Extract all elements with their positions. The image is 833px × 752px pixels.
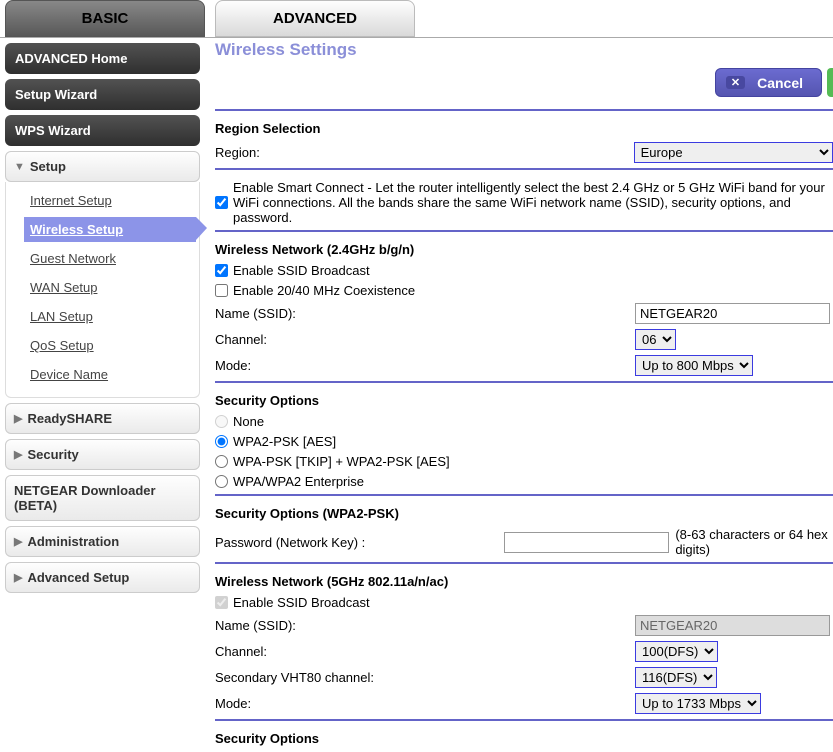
mode-5-label: Mode: bbox=[215, 696, 635, 711]
pwd24-hint: (8-63 characters or 64 hex digits) bbox=[675, 527, 833, 557]
channel-5-select[interactable]: 100(DFS) bbox=[635, 641, 718, 662]
sec24-enterprise-radio[interactable] bbox=[215, 475, 228, 488]
divider bbox=[215, 230, 833, 232]
sec24-none-radio[interactable] bbox=[215, 415, 228, 428]
mode-5-select[interactable]: Up to 1733 Mbps bbox=[635, 693, 761, 714]
close-icon: ✕ bbox=[726, 76, 745, 89]
apply-button-edge[interactable] bbox=[827, 68, 833, 97]
chevron-right-icon: ▶ bbox=[14, 571, 22, 584]
smart-connect-label: Enable Smart Connect - Let the router in… bbox=[233, 180, 833, 225]
channel-24-select[interactable]: 06 bbox=[635, 329, 676, 350]
sidebar-setup[interactable]: ▼ Setup bbox=[5, 151, 200, 182]
ssid-24-input[interactable] bbox=[635, 303, 830, 324]
divider bbox=[215, 719, 833, 721]
divider bbox=[215, 562, 833, 564]
band24-title: Wireless Network (2.4GHz b/g/n) bbox=[215, 242, 833, 257]
sidebar-setup-children: Internet Setup Wireless Setup Guest Netw… bbox=[5, 182, 200, 398]
sidebar-readyshare[interactable]: ▶ ReadySHARE bbox=[5, 403, 200, 434]
divider bbox=[215, 494, 833, 496]
nav-tabs: BASIC ADVANCED bbox=[5, 0, 833, 37]
sec24-wpa2-radio[interactable] bbox=[215, 435, 228, 448]
sidebar-security[interactable]: ▶ Security bbox=[5, 439, 200, 470]
sidebar-setup-wizard[interactable]: Setup Wizard bbox=[5, 79, 200, 110]
mode-24-label: Mode: bbox=[215, 358, 635, 373]
ssid-24-label: Name (SSID): bbox=[215, 306, 635, 321]
channel-5-label: Channel: bbox=[215, 644, 635, 659]
ssid-broadcast-5-checkbox[interactable] bbox=[215, 596, 228, 609]
security-5-title: Security Options bbox=[215, 731, 833, 746]
channel-24-label: Channel: bbox=[215, 332, 635, 347]
pwd24-title: Security Options (WPA2-PSK) bbox=[215, 506, 833, 521]
sidebar-downloader[interactable]: NETGEAR Downloader (BETA) bbox=[5, 475, 200, 521]
divider bbox=[215, 109, 833, 111]
chevron-right-icon: ▶ bbox=[14, 535, 22, 548]
vht-5-label: Secondary VHT80 channel: bbox=[215, 670, 635, 685]
tab-basic[interactable]: BASIC bbox=[5, 0, 205, 37]
sidebar-item-internet-setup[interactable]: Internet Setup bbox=[24, 188, 196, 213]
chevron-right-icon: ▶ bbox=[14, 412, 22, 425]
divider bbox=[215, 381, 833, 383]
sidebar-item-wireless-setup[interactable]: Wireless Setup bbox=[24, 217, 196, 242]
region-title: Region Selection bbox=[215, 121, 833, 136]
vht-5-select[interactable]: 116(DFS) bbox=[635, 667, 717, 688]
ssid-5-input bbox=[635, 615, 830, 636]
security-24-title: Security Options bbox=[215, 393, 833, 408]
sidebar-item-wan-setup[interactable]: WAN Setup bbox=[24, 275, 196, 300]
sidebar-item-device-name[interactable]: Device Name bbox=[24, 362, 196, 387]
sidebar-item-lan-setup[interactable]: LAN Setup bbox=[24, 304, 196, 329]
sidebar: ADVANCED Home Setup Wizard WPS Wizard ▼ … bbox=[0, 38, 205, 752]
tab-advanced[interactable]: ADVANCED bbox=[215, 0, 415, 37]
region-select[interactable]: Europe bbox=[634, 142, 833, 163]
sidebar-advanced-setup[interactable]: ▶ Advanced Setup bbox=[5, 562, 200, 593]
content-area: Wireless Settings ✕ Cancel Region Select… bbox=[205, 38, 833, 752]
chevron-right-icon: ▶ bbox=[14, 448, 22, 461]
sidebar-administration[interactable]: ▶ Administration bbox=[5, 526, 200, 557]
cancel-button[interactable]: ✕ Cancel bbox=[715, 68, 822, 97]
ssid-broadcast-24-checkbox[interactable] bbox=[215, 264, 228, 277]
sidebar-item-guest-network[interactable]: Guest Network bbox=[24, 246, 196, 271]
pwd24-label: Password (Network Key) : bbox=[215, 535, 504, 550]
sidebar-wps-wizard[interactable]: WPS Wizard bbox=[5, 115, 200, 146]
pwd24-input[interactable] bbox=[504, 532, 669, 553]
mode-24-select[interactable]: Up to 800 Mbps bbox=[635, 355, 753, 376]
sidebar-item-qos-setup[interactable]: QoS Setup bbox=[24, 333, 196, 358]
smart-connect-checkbox[interactable] bbox=[215, 196, 228, 209]
page-title: Wireless Settings bbox=[215, 40, 833, 60]
band5-title: Wireless Network (5GHz 802.11a/n/ac) bbox=[215, 574, 833, 589]
coexistence-24-checkbox[interactable] bbox=[215, 284, 228, 297]
sec24-mixed-radio[interactable] bbox=[215, 455, 228, 468]
region-label: Region: bbox=[215, 145, 634, 160]
divider bbox=[215, 168, 833, 170]
chevron-down-icon: ▼ bbox=[14, 161, 25, 173]
ssid-5-label: Name (SSID): bbox=[215, 618, 635, 633]
sidebar-advanced-home[interactable]: ADVANCED Home bbox=[5, 43, 200, 74]
